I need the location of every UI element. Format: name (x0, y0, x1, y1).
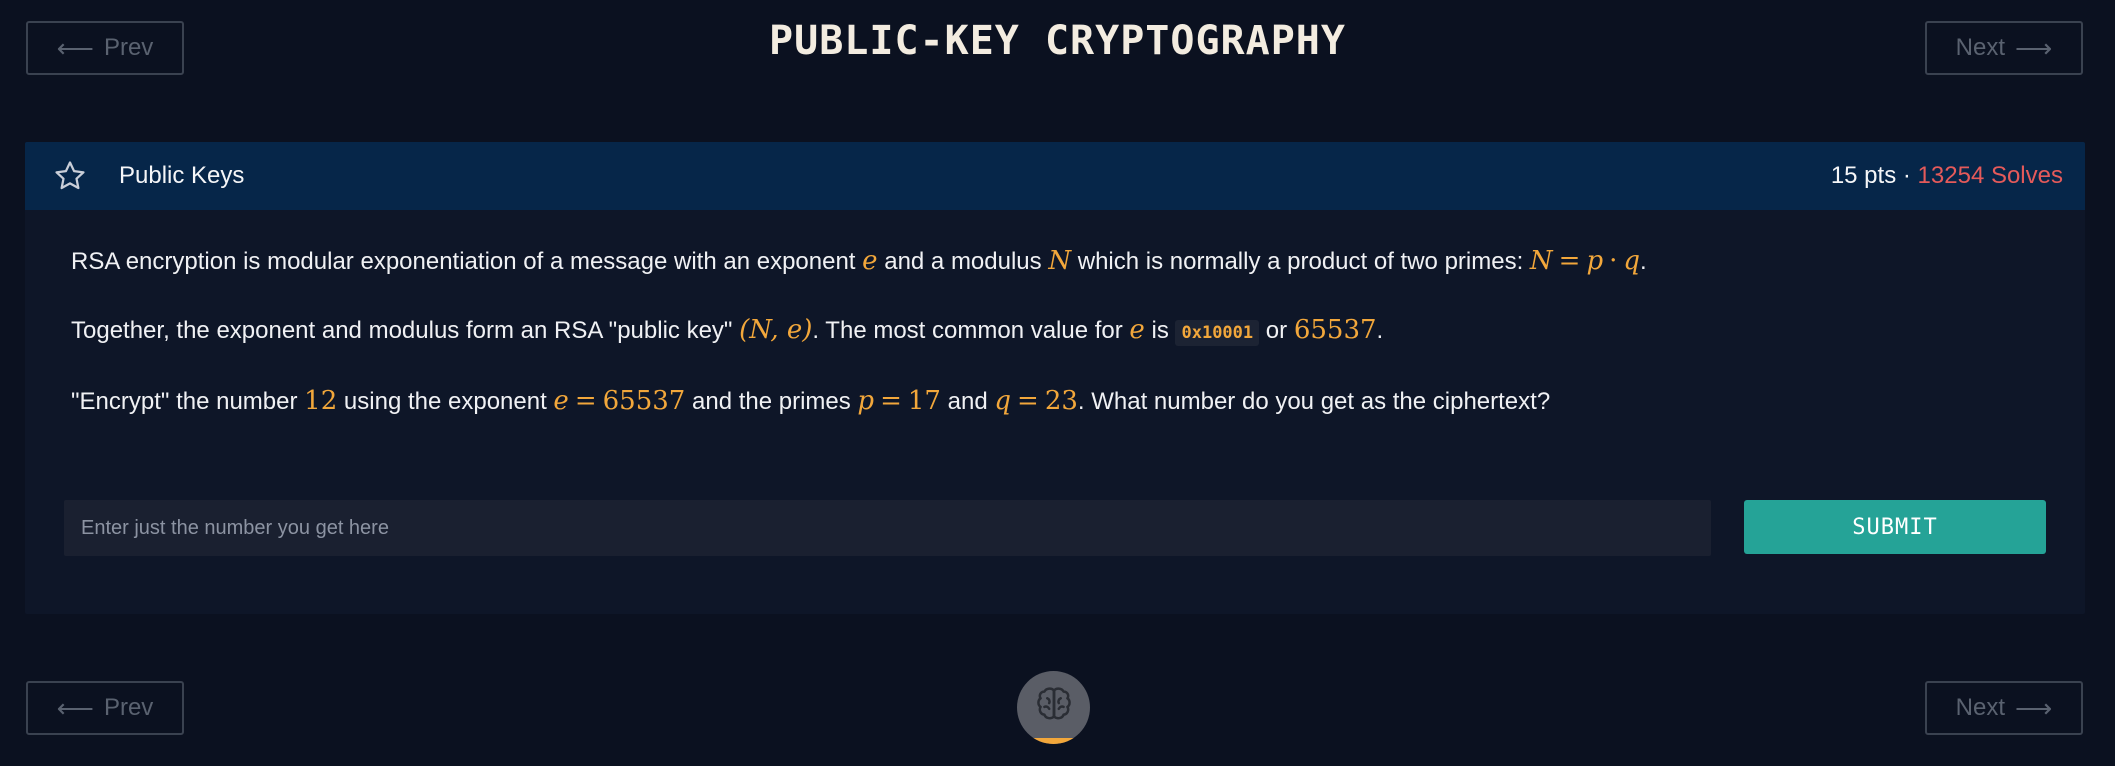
text: Together, the exponent and modulus form … (71, 317, 740, 344)
text: . (1376, 317, 1384, 344)
next-button-bottom[interactable]: Next ⟶ (1925, 681, 2083, 735)
arrow-right-icon: ⟶ (2015, 33, 2053, 63)
next-label: Next (1955, 694, 2006, 721)
text: and the primes (685, 388, 858, 415)
brain-progress-badge[interactable] (1017, 671, 1090, 744)
text: is (1144, 317, 1176, 344)
prev-button-bottom[interactable]: ⟵ Prev (26, 681, 184, 735)
math-N: N (1529, 246, 1553, 276)
points-label: 15 pts (1830, 162, 1897, 189)
submit-button[interactable]: SUBMIT (1744, 500, 2046, 554)
math-p: p (857, 386, 875, 416)
meta-separator: · (1902, 162, 1911, 189)
math-65537: 65537 (1293, 315, 1377, 345)
math-N: N (1048, 246, 1072, 276)
math-12: 12 (304, 386, 338, 416)
text: which is normally a product of two prime… (1071, 248, 1530, 275)
description-paragraph-2: Together, the exponent and modulus form … (71, 313, 2040, 350)
math-q: q (994, 386, 1012, 416)
prev-label: Prev (103, 694, 154, 721)
text: and a modulus (877, 248, 1049, 275)
solves-count: 13254 Solves (1917, 162, 2063, 189)
challenge-meta: 15 pts · 13254 Solves (1831, 162, 2063, 190)
arrow-left-icon: ⟵ (56, 693, 94, 723)
text: RSA encryption is modular exponentiation… (71, 248, 863, 275)
brain-icon (1031, 682, 1077, 733)
text: . (1640, 248, 1647, 275)
math-equals: = (1558, 246, 1581, 276)
badge-progress-fill (1017, 738, 1090, 744)
challenge-name[interactable]: Public Keys (119, 162, 244, 190)
text: . What number do you get as the cipherte… (1077, 388, 1551, 415)
description-paragraph-1: RSA encryption is modular exponentiation… (71, 244, 2040, 279)
math-equals: = (574, 386, 597, 416)
math-equals: = (880, 386, 902, 416)
math-17: 17 (907, 386, 941, 416)
math-cdot: · (1609, 246, 1618, 276)
text: "Encrypt" the number (71, 388, 305, 415)
math-23: 23 (1044, 386, 1078, 416)
answer-form: SUBMIT (64, 500, 2084, 556)
math-65537: 65537 (602, 386, 686, 416)
answer-input[interactable] (64, 500, 1711, 556)
next-label: Next (1955, 34, 2006, 61)
math-public-key: (N, e) (739, 315, 813, 345)
math-e: e (553, 386, 569, 416)
arrow-right-icon: ⟶ (2015, 693, 2053, 723)
code-hex-exponent: 0x10001 (1175, 320, 1260, 346)
math-equals: = (1017, 386, 1039, 416)
text: . The most common value for (812, 317, 1130, 344)
challenge-header: Public Keys 15 pts · 13254 Solves (25, 142, 2085, 210)
math-e: e (1129, 315, 1145, 345)
star-icon[interactable] (53, 158, 89, 194)
math-p: p (1586, 246, 1604, 276)
text: and (940, 388, 995, 415)
math-e: e (862, 246, 878, 276)
math-q: q (1623, 246, 1641, 276)
page-title: PUBLIC-KEY CRYPTOGRAPHY (769, 18, 1346, 64)
challenge-description: RSA encryption is modular exponentiation… (25, 210, 2085, 419)
description-paragraph-3: "Encrypt" the number 12 using the expone… (71, 384, 2040, 419)
challenge-card: Public Keys 15 pts · 13254 Solves RSA en… (25, 142, 2085, 614)
next-button-top[interactable]: Next ⟶ (1925, 21, 2083, 75)
text: using the exponent (337, 388, 554, 415)
text: or (1259, 317, 1294, 344)
